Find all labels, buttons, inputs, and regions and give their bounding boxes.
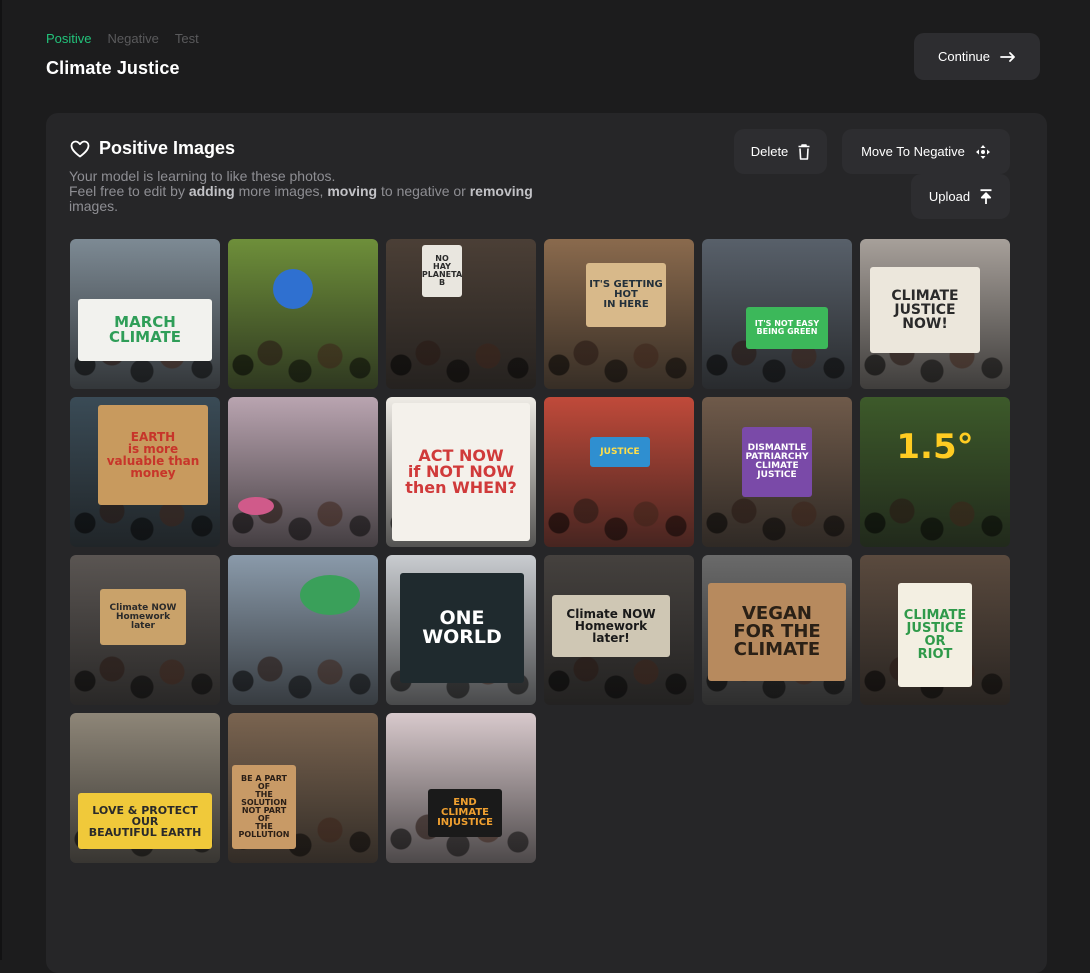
image-earth-valuable[interactable]: EARTH is more valuable than money bbox=[70, 397, 220, 547]
desc-removing: removing bbox=[469, 183, 533, 199]
crowd-shapes bbox=[228, 645, 378, 705]
image-climate-now-homework[interactable]: Climate NOW Homework later bbox=[70, 555, 220, 705]
step-positive[interactable]: Positive bbox=[46, 31, 92, 46]
desc-line-3: more images, bbox=[234, 183, 328, 199]
crowd-shapes bbox=[860, 487, 1010, 547]
protest-sign: BE A PART OF THE SOLUTION NOT PART OF TH… bbox=[232, 765, 296, 849]
upload-button[interactable]: Upload bbox=[911, 174, 1010, 219]
desc-line-1: Your model is learning to like these pho… bbox=[69, 168, 336, 184]
image-its-getting-hot[interactable]: IT'S GETTING HOT IN HERE bbox=[544, 239, 694, 389]
protest-sign bbox=[238, 497, 274, 515]
image-blue-balloon[interactable] bbox=[228, 239, 378, 389]
image-one-point-five-degrees[interactable]: 1.5° bbox=[860, 397, 1010, 547]
move-icon bbox=[975, 144, 991, 160]
delete-button[interactable]: Delete bbox=[734, 129, 827, 174]
protest-sign: IT'S GETTING HOT IN HERE bbox=[586, 263, 666, 327]
protest-sign: 1.5° bbox=[896, 427, 974, 467]
window-edge bbox=[0, 0, 2, 960]
desc-line-4: to negative or bbox=[377, 183, 470, 199]
trash-icon bbox=[798, 143, 810, 160]
image-climate-now-sign[interactable]: Climate NOW Homework later! bbox=[544, 555, 694, 705]
image-vegan-for-the-climate[interactable]: VEGAN FOR THE CLIMATE bbox=[702, 555, 852, 705]
upload-label: Upload bbox=[928, 189, 971, 204]
image-end-climate-injustice[interactable]: END CLIMATE INJUSTICE bbox=[386, 713, 536, 863]
continue-button[interactable]: Continue bbox=[914, 33, 1040, 80]
protest-sign: CLIMATE JUSTICE OR RIOT bbox=[898, 583, 972, 687]
protest-sign: NO HAY PLANETA B bbox=[422, 245, 462, 297]
arrow-right-icon bbox=[1000, 51, 1016, 62]
image-climate-justice-or-riot[interactable]: CLIMATE JUSTICE OR RIOT bbox=[860, 555, 1010, 705]
upload-icon bbox=[980, 188, 992, 205]
crowd-shapes bbox=[228, 487, 378, 547]
protest-sign: EARTH is more valuable than money bbox=[98, 405, 208, 505]
protest-sign: ONE WORLD bbox=[400, 573, 524, 683]
step-negative[interactable]: Negative bbox=[108, 31, 159, 46]
heart-icon bbox=[70, 140, 90, 158]
protest-sign: MARCH CLIMATE bbox=[78, 299, 212, 361]
image-girl-with-sign[interactable]: NO HAY PLANETA B bbox=[386, 239, 536, 389]
protest-sign: Climate NOW Homework later! bbox=[552, 595, 670, 657]
crowd-shapes bbox=[544, 487, 694, 547]
protest-sign: LOVE & PROTECT OUR BEAUTIFUL EARTH bbox=[78, 793, 212, 849]
crowd-shapes bbox=[70, 645, 220, 705]
desc-line-2: Feel free to edit by bbox=[69, 183, 189, 199]
panel-title-text: Positive Images bbox=[99, 138, 236, 158]
image-act-now[interactable]: ACT NOW if NOT NOW then WHEN? bbox=[386, 397, 536, 547]
image-not-easy-being-green[interactable]: IT'S NOT EASY BEING GREEN bbox=[702, 239, 852, 389]
image-be-part-of-solution[interactable]: BE A PART OF THE SOLUTION NOT PART OF TH… bbox=[228, 713, 378, 863]
image-grid: MARCH CLIMATE NO HAY PLANETA B IT'S GETTIN… bbox=[70, 239, 1010, 863]
protest-sign: CLIMATE JUSTICE NOW! bbox=[870, 267, 980, 353]
image-globe-flag[interactable] bbox=[228, 555, 378, 705]
protest-sign: VEGAN FOR THE CLIMATE bbox=[708, 583, 846, 681]
protest-sign bbox=[300, 575, 360, 615]
panel-title: Positive Images bbox=[70, 138, 235, 159]
image-dismantle-patriarchy[interactable]: DISMANTLE PATRIARCHY CLIMATE JUSTICE bbox=[702, 397, 852, 547]
continue-label: Continue bbox=[937, 49, 991, 64]
crowd-shapes bbox=[386, 329, 536, 389]
protest-sign: IT'S NOT EASY BEING GREEN bbox=[746, 307, 828, 349]
move-label: Move To Negative bbox=[861, 144, 965, 159]
image-colorful-banners[interactable]: JUSTICE bbox=[544, 397, 694, 547]
protest-sign: END CLIMATE INJUSTICE bbox=[428, 789, 502, 837]
positive-images-panel: Positive Images Your model is learning t… bbox=[46, 113, 1047, 973]
protest-sign: ACT NOW if NOT NOW then WHEN? bbox=[392, 403, 530, 541]
protest-sign bbox=[273, 269, 313, 309]
protest-sign: JUSTICE bbox=[590, 437, 650, 467]
move-to-negative-button[interactable]: Move To Negative bbox=[842, 129, 1010, 174]
page-title: Climate Justice bbox=[46, 58, 180, 78]
desc-moving: moving bbox=[327, 183, 378, 199]
protest-sign: DISMANTLE PATRIARCHY CLIMATE JUSTICE bbox=[742, 427, 812, 497]
delete-label: Delete bbox=[750, 144, 789, 159]
image-march-climate[interactable]: MARCH CLIMATE bbox=[70, 239, 220, 389]
image-one-world[interactable]: ONE WORLD bbox=[386, 555, 536, 705]
desc-line-5: images. bbox=[69, 198, 119, 214]
image-climate-justice-now[interactable]: CLIMATE JUSTICE NOW! bbox=[860, 239, 1010, 389]
crowd-shapes bbox=[228, 329, 378, 389]
desc-adding: adding bbox=[188, 183, 235, 199]
image-capitol-march[interactable] bbox=[228, 397, 378, 547]
crowd-shapes bbox=[544, 329, 694, 389]
image-love-and-protect-earth[interactable]: LOVE & PROTECT OUR BEAUTIFUL EARTH bbox=[70, 713, 220, 863]
protest-sign: Climate NOW Homework later bbox=[100, 589, 186, 645]
step-test[interactable]: Test bbox=[175, 31, 199, 46]
panel-description: Your model is learning to like these pho… bbox=[69, 169, 629, 214]
step-indicator: Positive Negative Test bbox=[46, 31, 199, 46]
